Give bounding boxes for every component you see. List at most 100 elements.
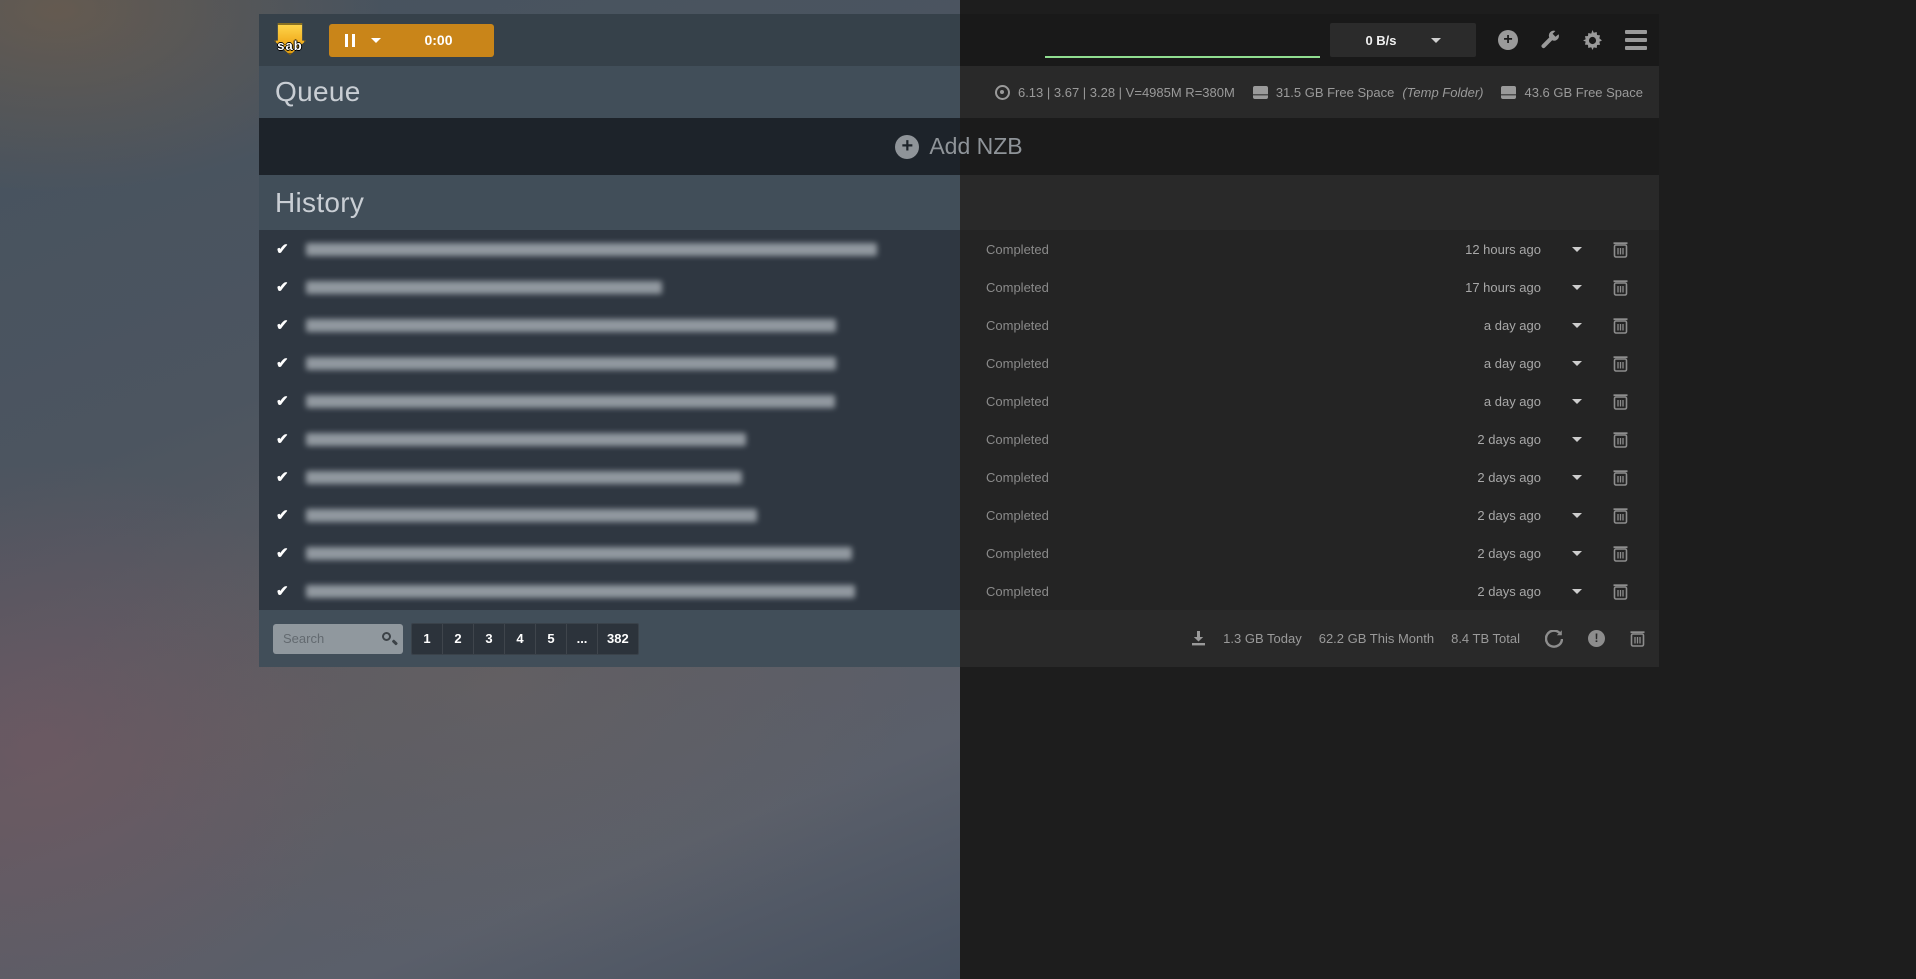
history-item-name-cell[interactable]: ✔ (259, 582, 960, 600)
history-item-name-cell[interactable]: ✔ (259, 544, 960, 562)
row-delete-button[interactable] (1613, 469, 1659, 486)
server-stats-text: 6.13 | 3.67 | 3.28 | V=4985M R=380M (1018, 85, 1235, 100)
add-nzb-drop-area[interactable]: + Add NZB (259, 118, 1659, 175)
history-row: ✔ Completed 2 days ago (259, 458, 1659, 496)
pagination-button-4[interactable]: 4 (505, 624, 536, 654)
stat-month: 62.2 GB This Month (1319, 631, 1434, 646)
search-box (273, 624, 403, 654)
row-delete-button[interactable] (1613, 431, 1659, 448)
pagination-button-5[interactable]: 5 (536, 624, 567, 654)
sab-logo[interactable]: sab (271, 21, 309, 59)
purge-history-button[interactable] (1630, 630, 1645, 647)
pause-button-group[interactable]: 0:00 (329, 24, 494, 57)
row-expand-button[interactable] (1541, 551, 1613, 556)
history-row: ✔ Completed a day ago (259, 306, 1659, 344)
row-expand-button[interactable] (1541, 285, 1613, 290)
row-delete-button[interactable] (1613, 507, 1659, 524)
row-delete-button[interactable] (1613, 393, 1659, 410)
history-item-name-cell[interactable]: ✔ (259, 354, 960, 372)
row-expand-button[interactable] (1541, 437, 1613, 442)
status-wrench-button[interactable] (1540, 30, 1560, 50)
check-icon: ✔ (276, 582, 289, 600)
search-icon (382, 632, 391, 641)
caret-down-icon (1572, 589, 1582, 594)
refresh-icon (1545, 630, 1563, 648)
history-rows: ✔ Completed 12 hours ago ✔ (259, 230, 1659, 610)
row-expand-button[interactable] (1541, 361, 1613, 366)
hard-drive-icon (1501, 86, 1516, 99)
history-item-time: 12 hours ago (1380, 242, 1541, 257)
row-expand-button[interactable] (1541, 513, 1613, 518)
caret-down-icon (1572, 247, 1582, 252)
row-delete-button[interactable] (1613, 317, 1659, 334)
temp-folder-label: (Temp Folder) (1402, 85, 1483, 100)
pause-timer[interactable]: 0:00 (397, 32, 494, 48)
history-row: ✔ Completed a day ago (259, 382, 1659, 420)
history-item-status: Completed (960, 356, 1380, 371)
row-delete-button[interactable] (1613, 355, 1659, 372)
history-item-status: Completed (960, 280, 1380, 295)
history-item-name-cell[interactable]: ✔ (259, 240, 960, 258)
row-delete-button[interactable] (1613, 241, 1659, 258)
redacted-item-title (306, 243, 877, 256)
check-icon: ✔ (276, 544, 289, 562)
history-item-time: 2 days ago (1380, 470, 1541, 485)
temp-folder-free-space: 31.5 GB Free Space (Temp Folder) (1253, 85, 1484, 100)
main-menu-button[interactable] (1625, 30, 1647, 50)
add-nzb-inner: + Add NZB (895, 133, 1022, 160)
history-row: ✔ Completed 2 days ago (259, 534, 1659, 572)
pagination-button-382[interactable]: 382 (598, 624, 638, 654)
check-icon: ✔ (276, 278, 289, 296)
history-row: ✔ Completed 17 hours ago (259, 268, 1659, 306)
pagination-button-3[interactable]: 3 (474, 624, 505, 654)
history-item-status: Completed (960, 432, 1380, 447)
trash-icon (1613, 469, 1628, 486)
hamburger-icon (1625, 46, 1647, 50)
row-delete-button[interactable] (1613, 545, 1659, 562)
hard-drive-icon (1253, 86, 1268, 99)
history-item-name-cell[interactable]: ✔ (259, 430, 960, 448)
trash-icon (1613, 583, 1628, 600)
hamburger-icon (1625, 30, 1647, 34)
pagination-button-1[interactable]: 1 (412, 624, 443, 654)
trash-icon (1613, 355, 1628, 372)
history-item-name-cell[interactable]: ✔ (259, 316, 960, 334)
row-expand-button[interactable] (1541, 399, 1613, 404)
sab-logo-text: sab (271, 38, 309, 53)
history-item-name-cell[interactable]: ✔ (259, 278, 960, 296)
add-nzb-button[interactable]: + (1498, 30, 1518, 50)
wrench-icon (1540, 30, 1560, 50)
history-row: ✔ Completed a day ago (259, 344, 1659, 382)
row-expand-button[interactable] (1541, 247, 1613, 252)
check-icon: ✔ (276, 430, 289, 448)
row-expand-button[interactable] (1541, 323, 1613, 328)
refresh-button[interactable] (1545, 630, 1563, 648)
add-nzb-url-input[interactable] (1045, 30, 1320, 58)
history-item-status: Completed (960, 394, 1380, 409)
pagination-button-ellipsis[interactable]: ... (567, 624, 598, 654)
caret-down-icon (1572, 361, 1582, 366)
pagination-button-2[interactable]: 2 (443, 624, 474, 654)
row-delete-button[interactable] (1613, 279, 1659, 296)
history-item-name-cell[interactable]: ✔ (259, 392, 960, 410)
redacted-item-title (306, 585, 855, 598)
check-icon: ✔ (276, 240, 289, 258)
gear-icon (1582, 30, 1603, 51)
history-title: History (275, 187, 364, 219)
history-item-name-cell[interactable]: ✔ (259, 506, 960, 524)
row-expand-button[interactable] (1541, 589, 1613, 594)
plus-circle-icon: + (895, 135, 919, 159)
history-item-name-cell[interactable]: ✔ (259, 468, 960, 486)
row-delete-button[interactable] (1613, 583, 1659, 600)
trash-icon (1613, 545, 1628, 562)
speed-limit-button[interactable]: 0 B/s (1330, 23, 1476, 57)
server-stats: 6.13 | 3.67 | 3.28 | V=4985M R=380M (995, 85, 1235, 100)
history-row: ✔ Completed 2 days ago (259, 572, 1659, 610)
history-item-time: a day ago (1380, 394, 1541, 409)
row-expand-button[interactable] (1541, 475, 1613, 480)
search-button[interactable] (381, 631, 397, 647)
settings-gear-button[interactable] (1582, 30, 1603, 51)
pause-toggle-button[interactable] (329, 24, 397, 57)
queue-repair-button[interactable]: ! (1588, 630, 1605, 647)
history-header: History (259, 175, 1659, 230)
